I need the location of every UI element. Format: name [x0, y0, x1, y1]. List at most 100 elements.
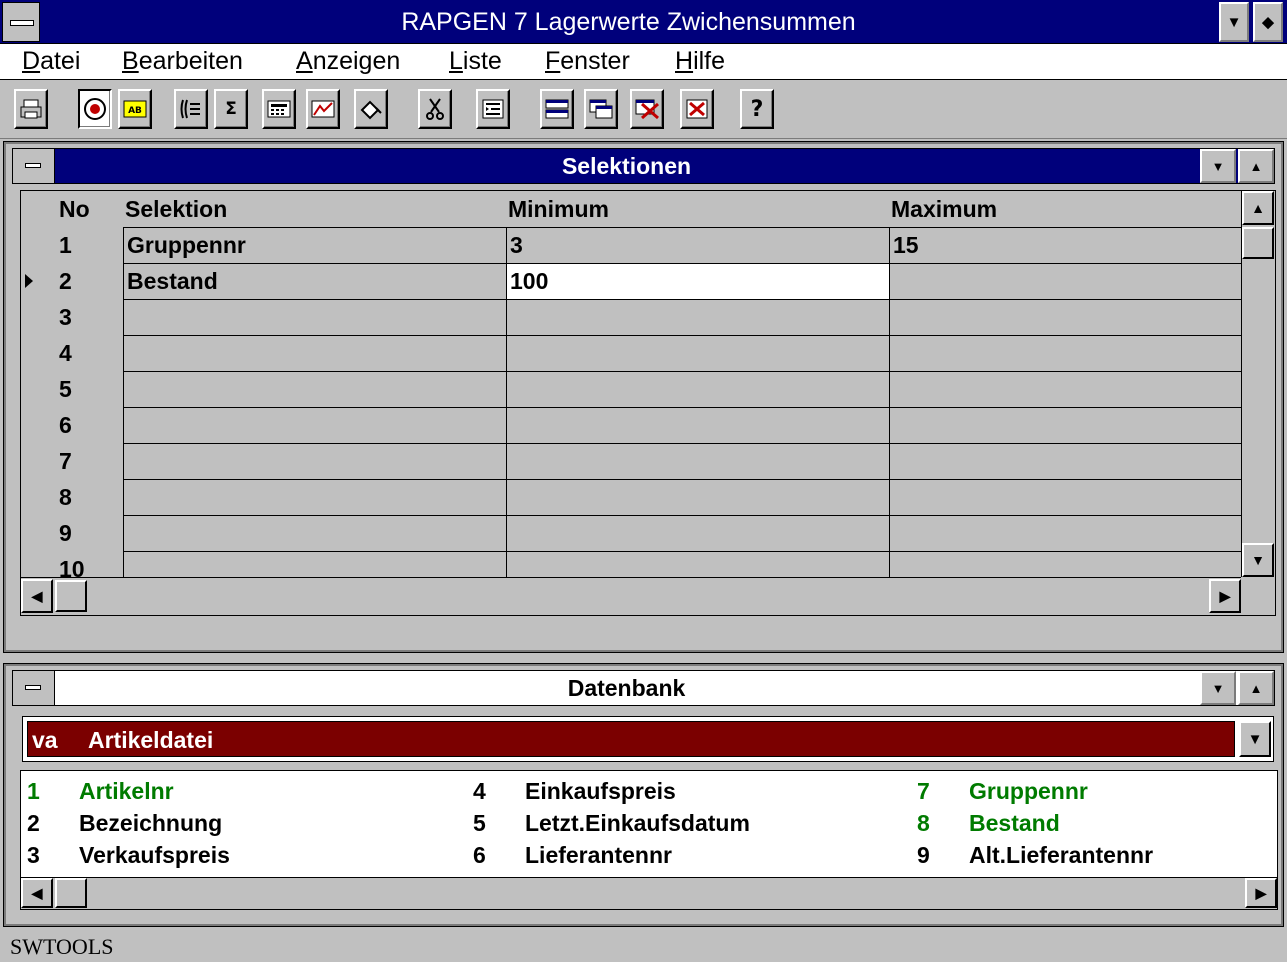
datenbank-title-bar: Datenbank ▼ ▲	[12, 670, 1275, 706]
header-minimum: Minimum	[508, 196, 609, 222]
cell-selektion[interactable]: Bestand	[123, 263, 507, 299]
field-number: 2	[27, 810, 40, 836]
restore-button[interactable]: ◆	[1253, 2, 1283, 42]
record-icon[interactable]	[78, 89, 112, 129]
field-item[interactable]: Bestand	[969, 807, 1060, 839]
field-item[interactable]: Artikelnr	[79, 775, 174, 807]
cell-minimum[interactable]	[506, 479, 890, 515]
scroll-left-arrow[interactable]: ◀	[21, 579, 53, 613]
minimize-window-button[interactable]: ▼	[1200, 671, 1236, 705]
field-item[interactable]: Bezeichnung	[79, 807, 222, 839]
field-item[interactable]: Alt.Lieferantennr	[969, 839, 1153, 871]
scroll-right-arrow[interactable]: ▶	[1209, 579, 1241, 613]
cell-maximum[interactable]	[889, 515, 1243, 551]
field-list: ◀ ▶ 1 Artikelnr 2 Bezeichnung 3 Verkaufspreis…	[20, 770, 1278, 910]
maximize-window-button[interactable]: ▲	[1238, 671, 1274, 705]
field-ab-icon[interactable]: AB	[118, 89, 152, 129]
printer-icon[interactable]	[14, 89, 48, 129]
horizontal-scroll-thumb[interactable]	[55, 878, 87, 908]
cell-maximum[interactable]	[889, 299, 1243, 335]
cell-maximum[interactable]	[889, 335, 1243, 371]
cell-minimum[interactable]	[506, 443, 890, 479]
cell-minimum[interactable]	[506, 407, 890, 443]
cell-maximum[interactable]: 15	[889, 227, 1243, 263]
cell-maximum[interactable]	[889, 443, 1243, 479]
vertical-scrollbar[interactable]: ▲ ▼	[1241, 191, 1275, 577]
cell-minimum[interactable]: 100	[506, 263, 890, 299]
cell-minimum[interactable]	[506, 335, 890, 371]
current-row-marker-icon	[25, 274, 33, 288]
field-item[interactable]: Verkaufspreis	[79, 839, 230, 871]
cell-maximum[interactable]	[889, 551, 1243, 577]
dropdown-arrow-icon[interactable]: ▼	[1239, 721, 1271, 757]
sum-icon[interactable]: Σ	[214, 89, 248, 129]
horizontal-scroll-thumb[interactable]	[55, 580, 87, 612]
scissors-icon[interactable]	[418, 89, 452, 129]
cell-maximum[interactable]	[889, 263, 1243, 299]
system-menu-button[interactable]	[2, 2, 40, 42]
sum-glyph: Σ	[225, 99, 237, 119]
vertical-scroll-thumb[interactable]	[1242, 227, 1274, 259]
cell-selektion[interactable]	[123, 479, 507, 515]
cell-minimum[interactable]	[506, 551, 890, 577]
menu-hilfe[interactable]: Hilfe	[675, 44, 725, 78]
menu-liste[interactable]: Liste	[449, 44, 502, 78]
close-window-icon[interactable]	[680, 89, 714, 129]
field-item[interactable]: Einkaufspreis	[525, 775, 676, 807]
database-code: va	[32, 727, 58, 753]
window-menu-button[interactable]	[13, 671, 55, 705]
menu-anzeigen[interactable]: Anzeigen	[296, 44, 400, 78]
field-list-icon[interactable]	[174, 89, 208, 129]
minimize-window-button[interactable]: ▼	[1200, 149, 1236, 183]
cell-maximum[interactable]	[889, 407, 1243, 443]
menu-datei[interactable]: Datei	[22, 44, 80, 78]
scroll-left-arrow[interactable]: ◀	[21, 878, 53, 908]
indent-icon[interactable]	[476, 89, 510, 129]
scroll-up-arrow[interactable]: ▲	[1242, 191, 1274, 225]
cell-minimum[interactable]	[506, 515, 890, 551]
cell-maximum[interactable]	[889, 371, 1243, 407]
cell-selektion[interactable]	[123, 443, 507, 479]
selektionen-title: Selektionen	[561, 153, 692, 179]
cell-selektion[interactable]	[123, 515, 507, 551]
chart-icon[interactable]	[306, 89, 340, 129]
cell-selektion[interactable]: Gruppennr	[123, 227, 507, 263]
cell-selektion[interactable]	[123, 335, 507, 371]
row-number: 6	[59, 412, 72, 438]
cell-selektion[interactable]	[123, 371, 507, 407]
header-no: No	[59, 196, 90, 222]
window-layout-icon[interactable]	[540, 89, 574, 129]
selektionen-grid: No Selektion Minimum Maximum 1 Gruppennr 3…	[20, 190, 1276, 616]
cell-maximum[interactable]	[889, 479, 1243, 515]
field-horizontal-scrollbar[interactable]: ◀ ▶	[21, 877, 1277, 909]
horizontal-scrollbar[interactable]: ◀ ▶	[21, 577, 1241, 615]
calculator-icon[interactable]	[262, 89, 296, 129]
cell-minimum[interactable]	[506, 299, 890, 335]
field-item[interactable]: Gruppennr	[969, 775, 1088, 807]
help-icon[interactable]: ?	[740, 89, 774, 129]
menu-fenster[interactable]: Fenster	[545, 44, 630, 78]
row-number: 1	[59, 232, 72, 258]
cell-minimum[interactable]: 3	[506, 227, 890, 263]
database-select-value[interactable]: va Artikeldatei	[27, 721, 1235, 757]
row-number: 3	[59, 304, 72, 330]
row-number: 8	[59, 484, 72, 510]
row-number: 2	[59, 268, 72, 294]
minimize-button[interactable]: ▼	[1219, 2, 1249, 42]
row-number: 4	[59, 340, 72, 366]
cell-selektion[interactable]	[123, 407, 507, 443]
scroll-right-arrow[interactable]: ▶	[1245, 878, 1277, 908]
menu-bearbeiten[interactable]: Bearbeiten	[122, 44, 243, 78]
database-select[interactable]: va Artikeldatei ▼	[22, 716, 1274, 762]
field-item[interactable]: Lieferantennr	[525, 839, 672, 871]
scroll-down-arrow[interactable]: ▼	[1242, 543, 1274, 577]
cell-minimum[interactable]	[506, 371, 890, 407]
window-menu-button[interactable]	[13, 149, 55, 183]
window-cascade-icon[interactable]	[584, 89, 618, 129]
window-delete-icon[interactable]	[630, 89, 664, 129]
cell-selektion[interactable]	[123, 551, 507, 577]
cell-selektion[interactable]	[123, 299, 507, 335]
field-item[interactable]: Letzt.Einkaufsdatum	[525, 807, 750, 839]
paint-icon[interactable]	[354, 89, 388, 129]
maximize-window-button[interactable]: ▲	[1238, 149, 1274, 183]
